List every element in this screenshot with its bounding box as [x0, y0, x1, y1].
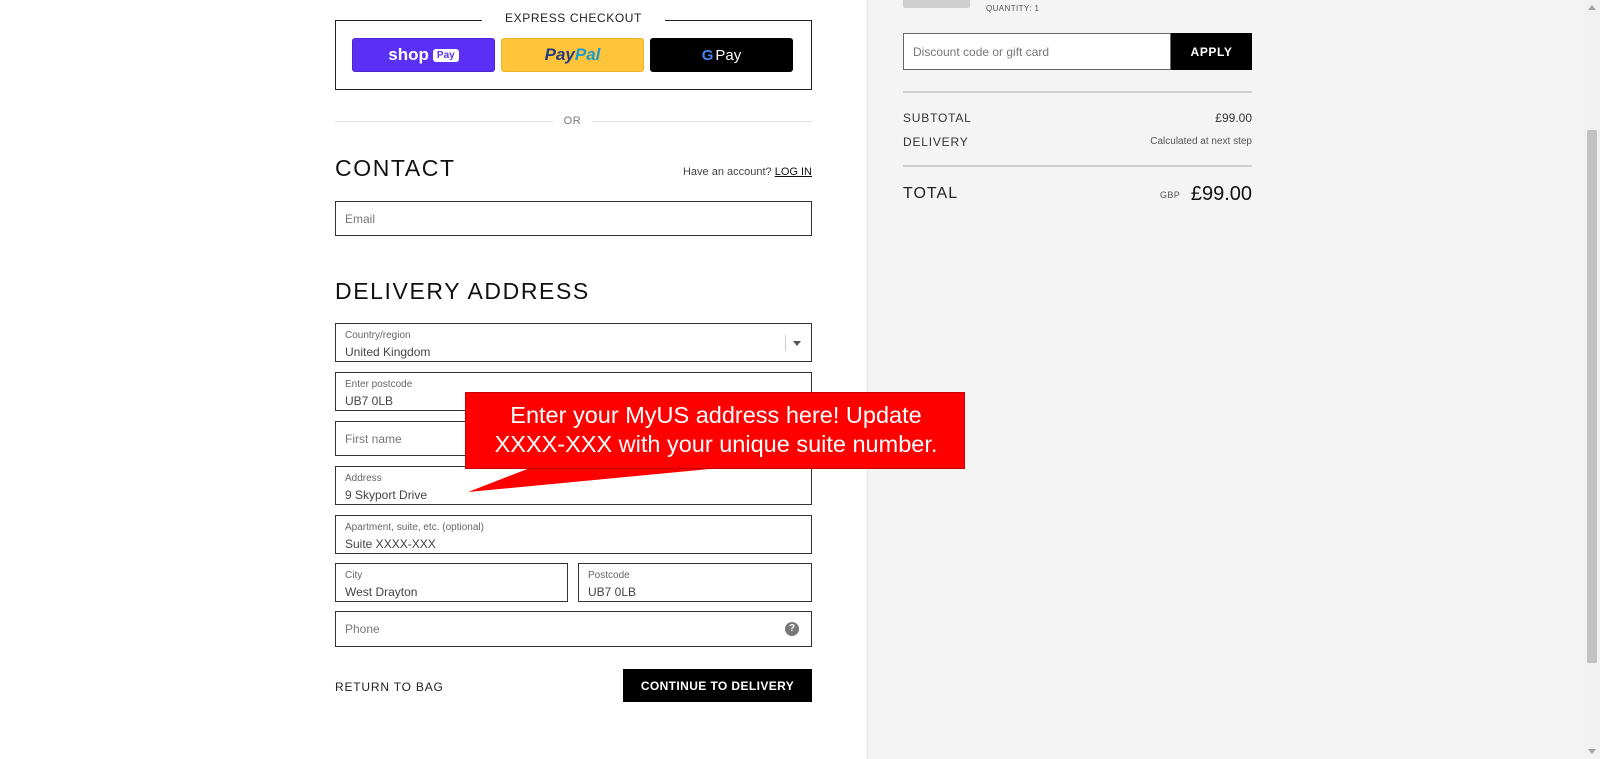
- google-pay-button[interactable]: G Pay: [650, 38, 793, 72]
- have-account-label: Have an account?: [682, 166, 772, 178]
- shop-pay-button[interactable]: shop Pay: [352, 38, 495, 72]
- apartment-value: Suite XXXX-XXX: [345, 537, 436, 551]
- contact-heading: CONTACT: [335, 155, 456, 181]
- total-value: £99.00: [1190, 183, 1252, 205]
- express-checkout-title: EXPRESS CHECKOUT: [482, 11, 665, 25]
- city-value: West Drayton: [345, 585, 418, 599]
- apartment-label: Apartment, suite, etc. (optional): [345, 522, 484, 533]
- return-to-bag-link[interactable]: RETURN TO BAG: [335, 680, 444, 694]
- callout-line-1: Enter your MyUS address here! Update: [510, 402, 922, 428]
- phone-field[interactable]: Phone ?: [335, 611, 812, 647]
- postcode-value: UB7 0LB: [588, 585, 637, 599]
- postcode-lookup-value: UB7 0LB: [345, 394, 394, 408]
- product-thumbnail: [903, 0, 970, 8]
- have-account-text: Have an account? LOG IN: [640, 166, 812, 178]
- google-g-icon: G: [701, 46, 714, 64]
- paypal-logo-part1: Pay: [544, 45, 575, 64]
- summary-divider-bottom: [903, 165, 1252, 167]
- delivery-label: DELIVERY: [903, 135, 969, 149]
- city-field[interactable]: City West Drayton: [335, 563, 568, 602]
- phone-placeholder: Phone: [345, 622, 380, 636]
- shop-pay-pill: Pay: [432, 48, 459, 62]
- summary-divider-top: [903, 91, 1252, 93]
- or-divider-left: [335, 121, 553, 122]
- google-pay-label: Pay: [715, 46, 742, 64]
- scroll-up-arrow-icon[interactable]: [1588, 5, 1596, 10]
- subtotal-value: £99.00: [1215, 111, 1252, 125]
- city-label: City: [345, 570, 363, 581]
- scroll-down-arrow-icon[interactable]: [1588, 749, 1596, 754]
- subtotal-label: SUBTOTAL: [903, 111, 972, 125]
- callout-line-2: XXXX-XXX with your unique suite number.: [494, 431, 938, 457]
- total-currency: GBP: [1160, 190, 1181, 200]
- total-label: TOTAL: [903, 185, 959, 202]
- paypal-button[interactable]: Pay Pal: [501, 38, 644, 72]
- shop-pay-logo: shop: [388, 45, 429, 64]
- postcode-field[interactable]: Postcode UB7 0LB: [578, 563, 812, 602]
- postcode-label: Postcode: [588, 570, 630, 581]
- first-name-placeholder: First name: [345, 431, 402, 446]
- discount-code-input[interactable]: Discount code or gift card: [903, 33, 1171, 70]
- country-select[interactable]: Country/region United Kingdom: [335, 323, 812, 362]
- chevron-down-icon: [793, 341, 801, 346]
- or-divider-right: [592, 121, 812, 122]
- address-value: 9 Skyport Drive: [345, 488, 428, 502]
- callout-text: Enter your MyUS address here! Update XXX…: [466, 401, 966, 459]
- postcode-lookup-label: Enter postcode: [345, 379, 413, 390]
- discount-placeholder: Discount code or gift card: [913, 44, 1050, 59]
- callout-annotation: Enter your MyUS address here! Update XXX…: [465, 392, 965, 469]
- question-mark-icon[interactable]: ?: [785, 622, 799, 636]
- apply-discount-button[interactable]: APPLY: [1171, 33, 1252, 70]
- continue-to-delivery-button[interactable]: CONTINUE TO DELIVERY: [623, 669, 812, 702]
- login-link[interactable]: LOG IN: [775, 166, 812, 178]
- email-placeholder: Email: [345, 211, 376, 226]
- country-label: Country/region: [345, 330, 411, 341]
- select-divider: [785, 335, 786, 351]
- email-field[interactable]: Email: [335, 201, 812, 236]
- scrollbar-thumb[interactable]: [1587, 130, 1597, 663]
- delivery-address-heading: DELIVERY ADDRESS: [335, 278, 590, 304]
- paypal-logo-part2: Pal: [574, 45, 601, 64]
- country-value: United Kingdom: [345, 345, 431, 359]
- or-divider-label: OR: [563, 115, 582, 127]
- delivery-value: Calculated at next step: [1150, 136, 1252, 147]
- product-quantity: QUANTITY: 1: [986, 4, 1040, 13]
- page-scrollbar[interactable]: [1584, 0, 1600, 759]
- apartment-field[interactable]: Apartment, suite, etc. (optional) Suite …: [335, 515, 812, 554]
- address-field[interactable]: Address 9 Skyport Drive: [335, 466, 812, 505]
- address-label: Address: [345, 473, 382, 484]
